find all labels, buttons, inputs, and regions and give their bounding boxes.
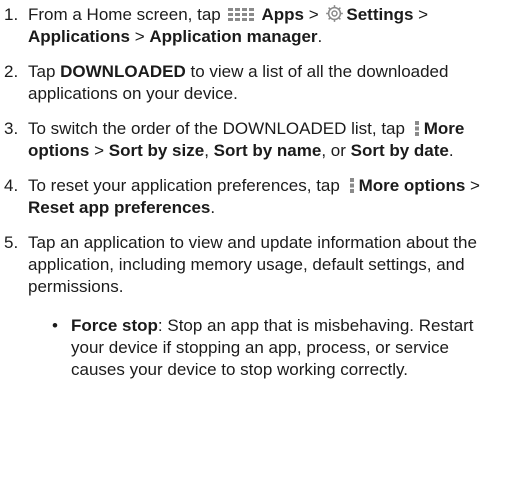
separator: > — [413, 5, 429, 24]
sort-by-size-label: Sort by size — [108, 141, 205, 160]
settings-label: Settings — [346, 5, 414, 24]
step-text: To reset your application preferences, t… — [28, 176, 340, 195]
downloaded-label: DOWNLOADED — [60, 62, 186, 81]
period: . — [448, 141, 454, 160]
step-number: 4. — [4, 176, 19, 195]
bullet-dot: • — [52, 316, 58, 335]
more-options-icon — [414, 121, 419, 136]
bullet-list: • Force stop: Stop an app that is misbeh… — [28, 315, 505, 381]
application-manager-label: Application manager — [149, 27, 318, 46]
step-text: Tap — [28, 62, 61, 81]
bullet-item-force-stop: • Force stop: Stop an app that is misbeh… — [28, 315, 505, 381]
instructions-document: 1. From a Home screen, tap Apps > Settin… — [0, 0, 511, 381]
force-stop-label: Force stop — [71, 316, 158, 335]
step-3: 3. To switch the order of the DOWNLOADED… — [4, 118, 505, 162]
settings-gear-icon — [326, 5, 344, 22]
separator: > — [303, 5, 324, 24]
separator: > — [465, 176, 480, 195]
sort-by-name-label: Sort by name — [213, 141, 322, 160]
steps-list: 1. From a Home screen, tap Apps > Settin… — [4, 4, 505, 381]
step-number: 1. — [4, 5, 19, 24]
more-options-icon — [349, 178, 354, 193]
step-text: Tap an application to view and update in… — [28, 233, 477, 296]
sort-by-date-label: Sort by date — [350, 141, 449, 160]
more-options-label: More options — [358, 176, 466, 195]
step-text: From a Home screen, tap — [28, 5, 221, 24]
separator: , or — [321, 141, 351, 160]
separator: > — [89, 141, 109, 160]
step-text: To switch the order of the DOWNLOADED li… — [28, 119, 405, 138]
step-1: 1. From a Home screen, tap Apps > Settin… — [4, 4, 505, 48]
step-number: 5. — [4, 233, 19, 252]
applications-label: Applications — [28, 27, 131, 46]
step-number: 3. — [4, 119, 19, 138]
separator: , — [204, 141, 214, 160]
period: . — [210, 198, 216, 217]
step-2: 2. Tap DOWNLOADED to view a list of all … — [4, 61, 505, 105]
separator: > — [130, 27, 150, 46]
apps-label: Apps — [261, 5, 304, 24]
step-5: 5. Tap an application to view and update… — [4, 232, 505, 381]
step-number: 2. — [4, 62, 19, 81]
period: . — [317, 27, 323, 46]
apps-grid-icon — [228, 8, 255, 21]
reset-app-preferences-label: Reset app preferences — [28, 198, 211, 217]
step-4: 4. To reset your application preferences… — [4, 175, 505, 219]
